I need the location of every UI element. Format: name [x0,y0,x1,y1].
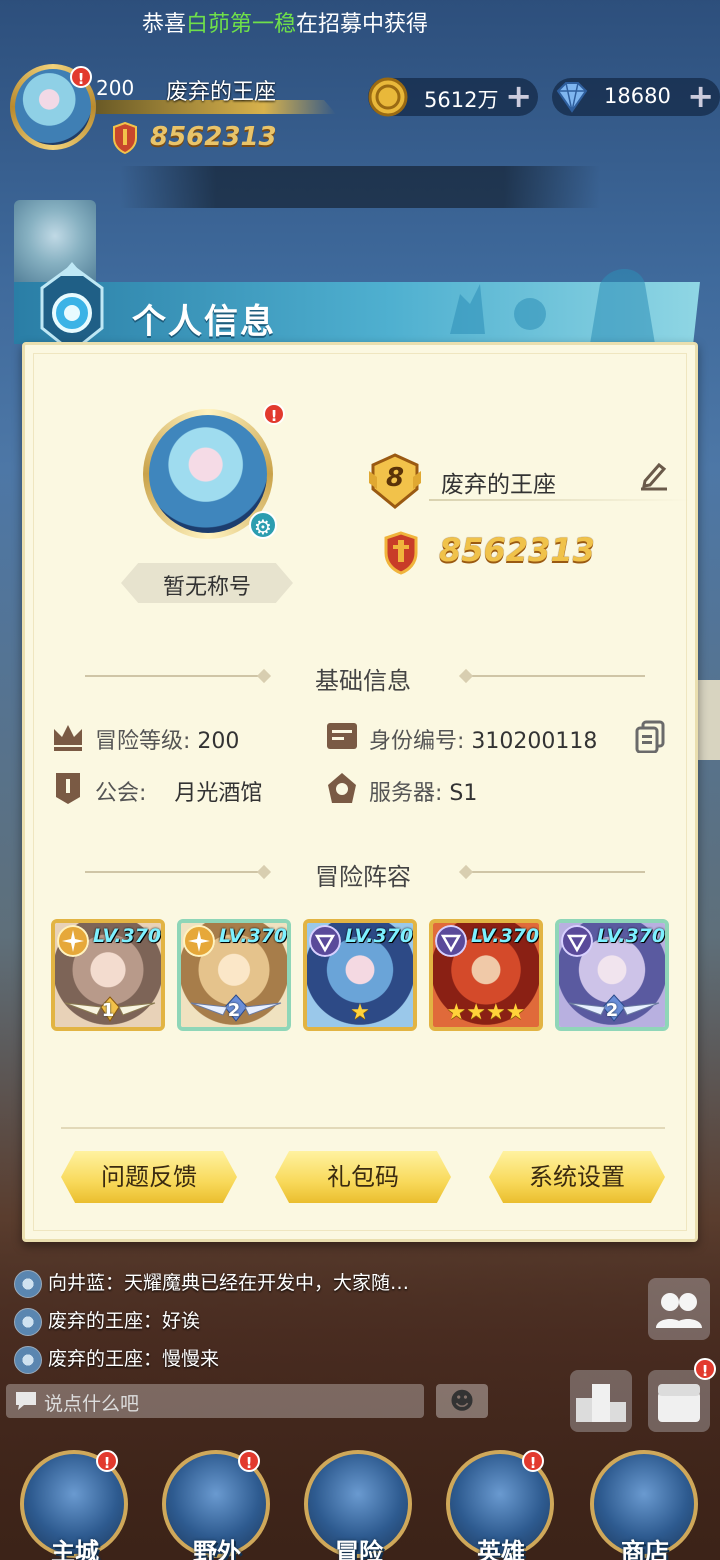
divider-right [465,675,645,677]
adventure-level: 冒险等级: 200 [95,729,240,754]
edit-name-icon[interactable] [637,457,671,491]
dialog-title: 个人信息 [132,302,276,342]
server-info: 服务器: S1 [369,781,478,806]
add-gem-button[interactable]: + [687,79,714,113]
nav-adventure[interactable]: 冒险 [304,1440,414,1560]
gem-value: 18680 [604,84,671,108]
decorative-figures [450,269,655,344]
power-shield-icon [384,531,418,575]
identity-number: 身份编号: 310200118 [369,729,598,754]
rank-number: 8 [385,463,405,493]
void-class-icon [435,925,467,957]
top-hud: ! 200 废弃的王座 8562313 5612万 + 18680 + 恭喜白茆… [0,0,720,210]
system-settings-button[interactable]: 系统设置 [489,1151,665,1203]
nav-wild[interactable]: ! 野外 [162,1440,272,1560]
hero-rank-badge: 2 [605,1000,619,1021]
gold-value: 5612万 [424,88,499,112]
chat-bubble-icon [16,1392,36,1410]
avatar-notification-dot: ! [263,403,285,425]
player-title-plaque[interactable]: 暂无称号 [121,563,293,603]
ranking-button[interactable] [570,1370,632,1432]
diamond-icon [556,82,588,113]
nav-heroes[interactable]: ! 英雄 [446,1440,556,1560]
chat-placeholder: 说点什么吧 [44,1393,140,1415]
guild-info: 公会: 月光酒馆 [95,781,263,806]
hero-rank-badge: 1 [101,1000,115,1021]
hero-lineup: LV.370 1 LV.370 2 LV.370 ★ LV.370 ★★★★ L… [51,919,681,1039]
chat-message: 废弃的王座：慢慢来 [14,1344,219,1374]
holy-class-icon [183,925,215,957]
hero-level: LV.370 [471,925,540,947]
chat-input[interactable]: 说点什么吧 [6,1384,424,1418]
crown-icon [54,725,82,751]
gold-coin-icon [368,77,408,117]
add-gold-button[interactable]: + [505,79,532,113]
podium-icon [576,1384,626,1422]
name-underline [429,499,691,501]
announcement-ticker [120,166,600,208]
chat-message: 废弃的王座：好诶 [14,1306,200,1336]
nav-notification-dot: ! [96,1450,118,1472]
lineup-heading: 冒险阵容 [315,863,411,891]
gift-code-button[interactable]: 礼包码 [275,1151,451,1203]
holy-class-icon [57,925,89,957]
hero-stars: ★★★★ [446,1000,526,1025]
hero-card[interactable]: LV.370 ★ [303,919,417,1031]
player-title: 暂无称号 [162,575,251,600]
copy-icon[interactable] [633,719,667,753]
emoji-button[interactable]: ☻ [436,1384,488,1418]
profile-name: 废弃的王座 [441,472,556,498]
nav-label: 野外 [193,1538,241,1560]
notification-dot: ! [70,66,92,88]
nav-label: 英雄 [477,1538,525,1560]
nav-shop[interactable]: 商店 [590,1440,700,1560]
player-level: 200 [96,76,135,100]
profile-panel: ! ⚙ 暂无称号 8 废弃的王座 8562313 基础信息 冒险等级: 200 … [22,342,698,1242]
hero-level: LV.370 [345,925,414,947]
nav-main-city[interactable]: ! 主城 [20,1440,130,1560]
profile-avatar-group: ! ⚙ [135,399,285,559]
hero-card[interactable]: LV.370 2 [555,919,669,1031]
chat-avatar [14,1269,42,1298]
basic-info-heading: 基础信息 [315,667,411,695]
profile-power: 8562313 [439,531,595,569]
server-icon [328,773,356,803]
dialog-header: 个人信息 [14,262,700,354]
ticker-text: 恭喜白茆第一稳在招募中获得 [142,12,429,37]
void-class-icon [309,925,341,957]
gear-icon[interactable]: ⚙ [249,511,277,539]
hero-level: LV.370 [219,925,288,947]
player-power: 8562313 [150,122,277,152]
chest-notification-dot: ! [694,1358,716,1380]
hero-card[interactable]: LV.370 ★★★★ [429,919,543,1031]
hero-level: LV.370 [597,925,666,947]
hero-stars: ★ [350,1000,370,1025]
id-card-icon [327,723,357,749]
friends-icon [656,1293,702,1328]
bottom-divider [61,1127,665,1129]
shield-icon [113,122,137,154]
player-name: 废弃的王座 [166,80,277,105]
gold-counter: 5612万 + [368,77,538,117]
hero-card[interactable]: LV.370 2 [177,919,291,1031]
guild-banner-icon [56,773,80,804]
chat-message: 向井蓝：天耀魔典已经在开发中，大家随… [14,1268,409,1298]
hero-level: LV.370 [93,925,162,947]
chat-avatar [14,1345,42,1374]
nav-label: 冒险 [335,1538,383,1560]
chat-avatar [14,1307,42,1336]
nav-label: 商店 [621,1538,669,1560]
lineup-divider-right [465,871,645,873]
hero-rank-badge: 2 [227,1000,241,1021]
gem-counter: 18680 + [552,78,720,116]
nav-label: 主城 [51,1538,99,1560]
feedback-button[interactable]: 问题反馈 [61,1151,237,1203]
hero-card[interactable]: LV.370 1 [51,919,165,1031]
friends-button[interactable] [648,1278,710,1340]
nav-notification-dot: ! [238,1450,260,1472]
void-class-icon [561,925,593,957]
nav-notification-dot: ! [522,1450,544,1472]
